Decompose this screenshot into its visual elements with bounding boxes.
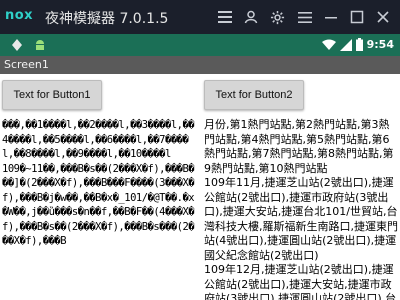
wifi-icon: [322, 39, 336, 54]
status-time: 9:54: [366, 38, 394, 51]
battery-icon: [356, 38, 363, 54]
settings-icon[interactable]: [264, 4, 290, 30]
user-icon[interactable]: [238, 4, 264, 30]
minimize-icon[interactable]: [318, 4, 344, 30]
diamond-icon: [12, 39, 22, 54]
android-status-bar: 9:54: [0, 34, 400, 56]
android-icon: [34, 39, 46, 54]
screen-title: Screen1: [4, 58, 49, 71]
hamburger-icon[interactable]: [292, 4, 318, 30]
maximize-icon[interactable]: [344, 4, 370, 30]
button1[interactable]: Text for Button1: [2, 80, 102, 110]
decoded-text-label: 月份,第1熱門站點,第2熱門站點,第3熱門站點,第4熱門站點,第5熱門站點,第6…: [204, 118, 398, 300]
nox-logo: nox: [5, 8, 34, 23]
emulator-titlebar: nox 夜神模擬器 7.0.1.5: [0, 0, 400, 34]
signal-icon: [340, 39, 352, 54]
menu-icon[interactable]: [212, 4, 238, 30]
emulator-title: 夜神模擬器 7.0.1.5: [45, 11, 169, 27]
close-icon[interactable]: [370, 4, 396, 30]
app-title-bar: Screen1: [0, 56, 400, 74]
garbled-text-label: ���,��1����l,��2����l,��3����l,��4����l,…: [2, 119, 195, 247]
button2[interactable]: Text for Button2: [204, 80, 304, 110]
